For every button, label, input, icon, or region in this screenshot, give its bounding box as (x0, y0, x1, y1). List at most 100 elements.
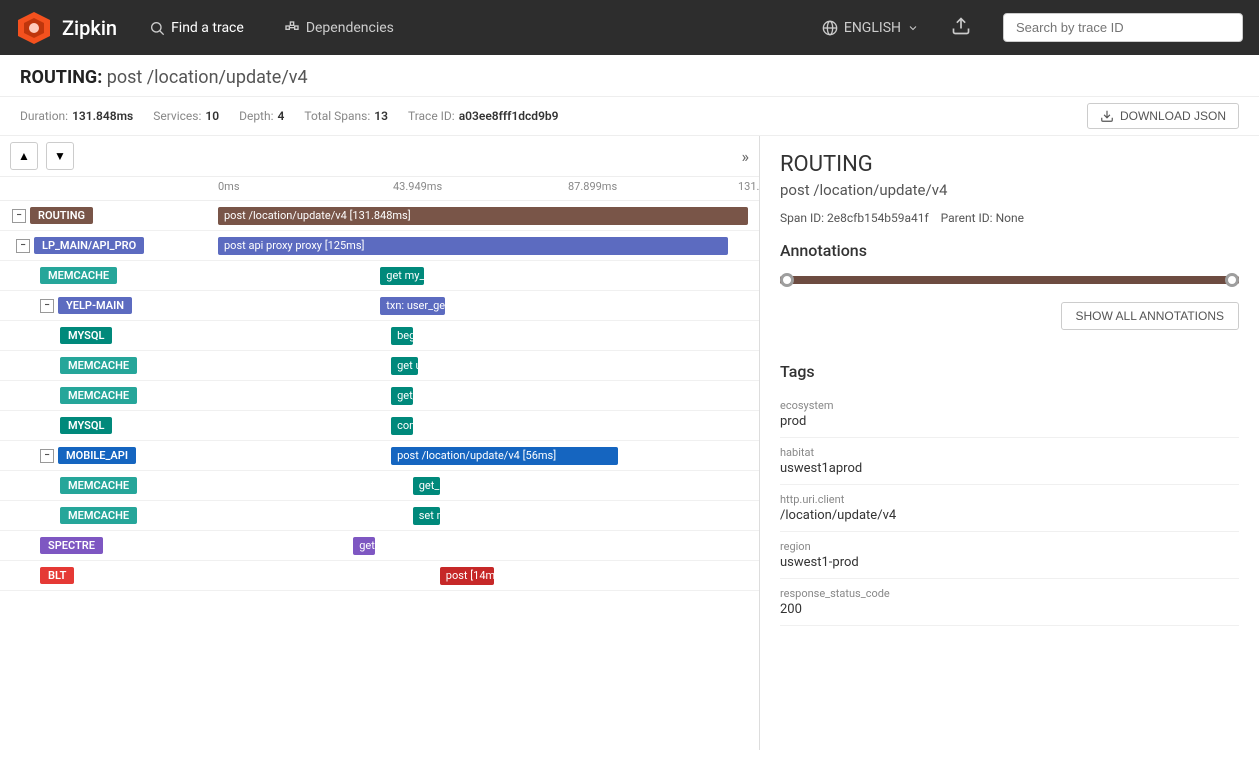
table-row: − YELP-MAIN txn: user_get_basic_and_scou… (0, 291, 759, 321)
language-selector[interactable]: ENGLISH (822, 20, 919, 36)
span-label-memcache4: MEMCACHE (0, 477, 218, 494)
time-mark-3: 131.848ms (738, 180, 760, 193)
span-bar-memcache1[interactable]: get my_cache_name_v2 [993μs] (380, 267, 423, 285)
service-badge-memcache4[interactable]: MEMCACHE (60, 477, 137, 494)
span-bar-routing[interactable]: post /location/update/v4 [131.848ms] (218, 207, 748, 225)
table-row: MYSQL begin [445μs] (0, 321, 759, 351)
header: Zipkin Find a trace Dependencies ENGLISH (0, 0, 1259, 55)
span-bar-blt[interactable]: post [14ms] (440, 567, 494, 585)
time-ruler: 0ms 43.949ms 87.899ms 131.848ms (0, 177, 759, 201)
tag-value-region: uswest1-prod (780, 555, 1239, 570)
service-badge-routing[interactable]: ROUTING (30, 207, 93, 224)
dependencies-label: Dependencies (306, 20, 394, 36)
scroll-up-button[interactable]: ▲ (10, 142, 38, 170)
span-bar-spectre[interactable]: get [3ms] (353, 537, 375, 555)
scroll-down-button[interactable]: ▼ (46, 142, 74, 170)
span-label-lpmain: − LP_MAIN/API_PRO (0, 237, 218, 254)
service-badge-memcache5[interactable]: MEMCACHE (60, 507, 137, 524)
trace-id-meta: Trace ID: a03ee8fff1dcd9b9 (408, 109, 559, 123)
span-bar-memcache2[interactable]: get user_details_cache-20150901 [1.068ms… (391, 357, 418, 375)
span-bar-mobileapi[interactable]: post /location/update/v4 [56ms] (391, 447, 618, 465)
depth-meta: Depth: 4 (239, 109, 284, 123)
tag-key-response-status-code: response_status_code (780, 587, 1239, 600)
span-bar-area-mobileapi: post /location/update/v4 [56ms] (218, 441, 759, 470)
span-bar-memcache3[interactable]: get_multi my_cache_name_v1 [233μs] (391, 387, 413, 405)
span-bar-lpmain[interactable]: post api proxy proxy [125ms] (218, 237, 728, 255)
collapse-mobileapi[interactable]: − (40, 449, 54, 463)
span-bar-memcache5[interactable]: set mobile_api_nonce [1.026ms] (413, 507, 440, 525)
span-bar-area-lpmain: post api proxy proxy [125ms] (218, 231, 759, 260)
detail-panel: ROUTING post /location/update/v4 Span ID… (760, 136, 1259, 750)
services-meta: Services: 10 (153, 109, 219, 123)
tag-row-response-status-code: response_status_code 200 (780, 579, 1239, 626)
duration-meta: Duration: 131.848ms (20, 109, 133, 123)
tag-row-habitat: habitat uswest1aprod (780, 438, 1239, 485)
tag-row-ecosystem: ecosystem prod (780, 391, 1239, 438)
search-icon (149, 20, 165, 36)
collapse-lpmain[interactable]: − (16, 239, 30, 253)
service-badge-yelpmain[interactable]: YELP-MAIN (58, 297, 132, 314)
collapse-routing[interactable]: − (12, 209, 26, 223)
total-spans-meta: Total Spans: 13 (304, 109, 388, 123)
table-row: − LP_MAIN/API_PRO post api proxy proxy [… (0, 231, 759, 261)
nav-find-trace[interactable]: Find a trace (141, 16, 252, 40)
span-bar-mysql1[interactable]: begin [445μs] (391, 327, 413, 345)
tag-row-region: region uswest1-prod (780, 532, 1239, 579)
span-bar-area-memcache4: get_multi mobile_api_nonce [1.066ms] (218, 471, 759, 500)
dependencies-icon (284, 20, 300, 36)
upload-icon (951, 16, 971, 36)
span-label-mysql1: MYSQL (0, 327, 218, 344)
logo[interactable]: Zipkin (16, 10, 117, 46)
time-mark-1: 43.949ms (393, 180, 442, 193)
span-label-memcache3: MEMCACHE (0, 387, 218, 404)
span-bar-area-spectre: get [3ms] (218, 531, 759, 560)
table-row: MEMCACHE set mobile_api_nonce [1.026ms] (0, 501, 759, 531)
show-all-annotations-button[interactable]: SHOW ALL ANNOTATIONS (1061, 302, 1239, 330)
span-bar-memcache4[interactable]: get_multi mobile_api_nonce [1.066ms] (413, 477, 440, 495)
span-label-memcache2: MEMCACHE (0, 357, 218, 374)
tag-value-response-status-code: 200 (780, 602, 1239, 617)
span-label-routing: − ROUTING (0, 207, 218, 224)
chevron-down-icon (907, 22, 919, 34)
service-badge-memcache3[interactable]: MEMCACHE (60, 387, 137, 404)
table-row: − MOBILE_API post /location/update/v4 [5… (0, 441, 759, 471)
span-bar-area-blt: post [14ms] (218, 561, 759, 590)
trace-rows: − ROUTING post /location/update/v4 [131.… (0, 201, 759, 591)
service-badge-memcache1[interactable]: MEMCACHE (40, 267, 117, 284)
span-bar-yelpmain[interactable]: txn: user_get_basic_and_scout_info [3.88… (380, 297, 445, 315)
service-badge-mysql1[interactable]: MYSQL (60, 327, 112, 344)
search-input[interactable] (1003, 13, 1243, 42)
find-trace-label: Find a trace (171, 20, 244, 36)
span-bar-mysql2[interactable]: commit [374μs] (391, 417, 413, 435)
detail-route: post /location/update/v4 (780, 181, 1239, 199)
tag-key-ecosystem: ecosystem (780, 399, 1239, 412)
service-badge-memcache2[interactable]: MEMCACHE (60, 357, 137, 374)
route-method: ROUTING: (20, 67, 102, 88)
span-meta: Span ID: 2e8cfb154b59a41f Parent ID: Non… (780, 211, 1239, 225)
annotation-dot-right (1225, 273, 1239, 287)
table-row: − ROUTING post /location/update/v4 [131.… (0, 201, 759, 231)
expand-icon[interactable]: » (742, 147, 750, 166)
download-json-button[interactable]: DOWNLOAD JSON (1087, 103, 1239, 129)
annotations-bar (780, 270, 1239, 290)
tags-title: Tags (780, 362, 1239, 381)
download-btn-label: DOWNLOAD JSON (1120, 109, 1226, 123)
span-bar-area-yelpmain: txn: user_get_basic_and_scout_info [3.88… (218, 291, 759, 320)
service-badge-mobileapi[interactable]: MOBILE_API (58, 447, 136, 464)
span-label-mobileapi: − MOBILE_API (0, 447, 218, 464)
service-badge-spectre[interactable]: SPECTRE (40, 537, 103, 554)
main-content: ▲ ▼ » 0ms 43.949ms 87.899ms 131.848ms − … (0, 136, 1259, 750)
language-label: ENGLISH (844, 20, 901, 36)
service-badge-blt[interactable]: BLT (40, 567, 74, 584)
tag-value-http-uri-client: /location/update/v4 (780, 508, 1239, 523)
service-badge-lpmain[interactable]: LP_MAIN/API_PRO (34, 237, 144, 254)
service-badge-mysql2[interactable]: MYSQL (60, 417, 112, 434)
page-title-bar: ROUTING: post /location/update/v4 (0, 55, 1259, 97)
nav-dependencies[interactable]: Dependencies (276, 16, 402, 40)
collapse-yelpmain[interactable]: − (40, 299, 54, 313)
trace-toolbar: ▲ ▼ » (0, 136, 759, 177)
upload-button[interactable] (943, 12, 979, 44)
detail-service-name: ROUTING (780, 152, 1239, 177)
route-path: post /location/update/v4 (107, 67, 308, 88)
tag-value-ecosystem: prod (780, 414, 1239, 429)
